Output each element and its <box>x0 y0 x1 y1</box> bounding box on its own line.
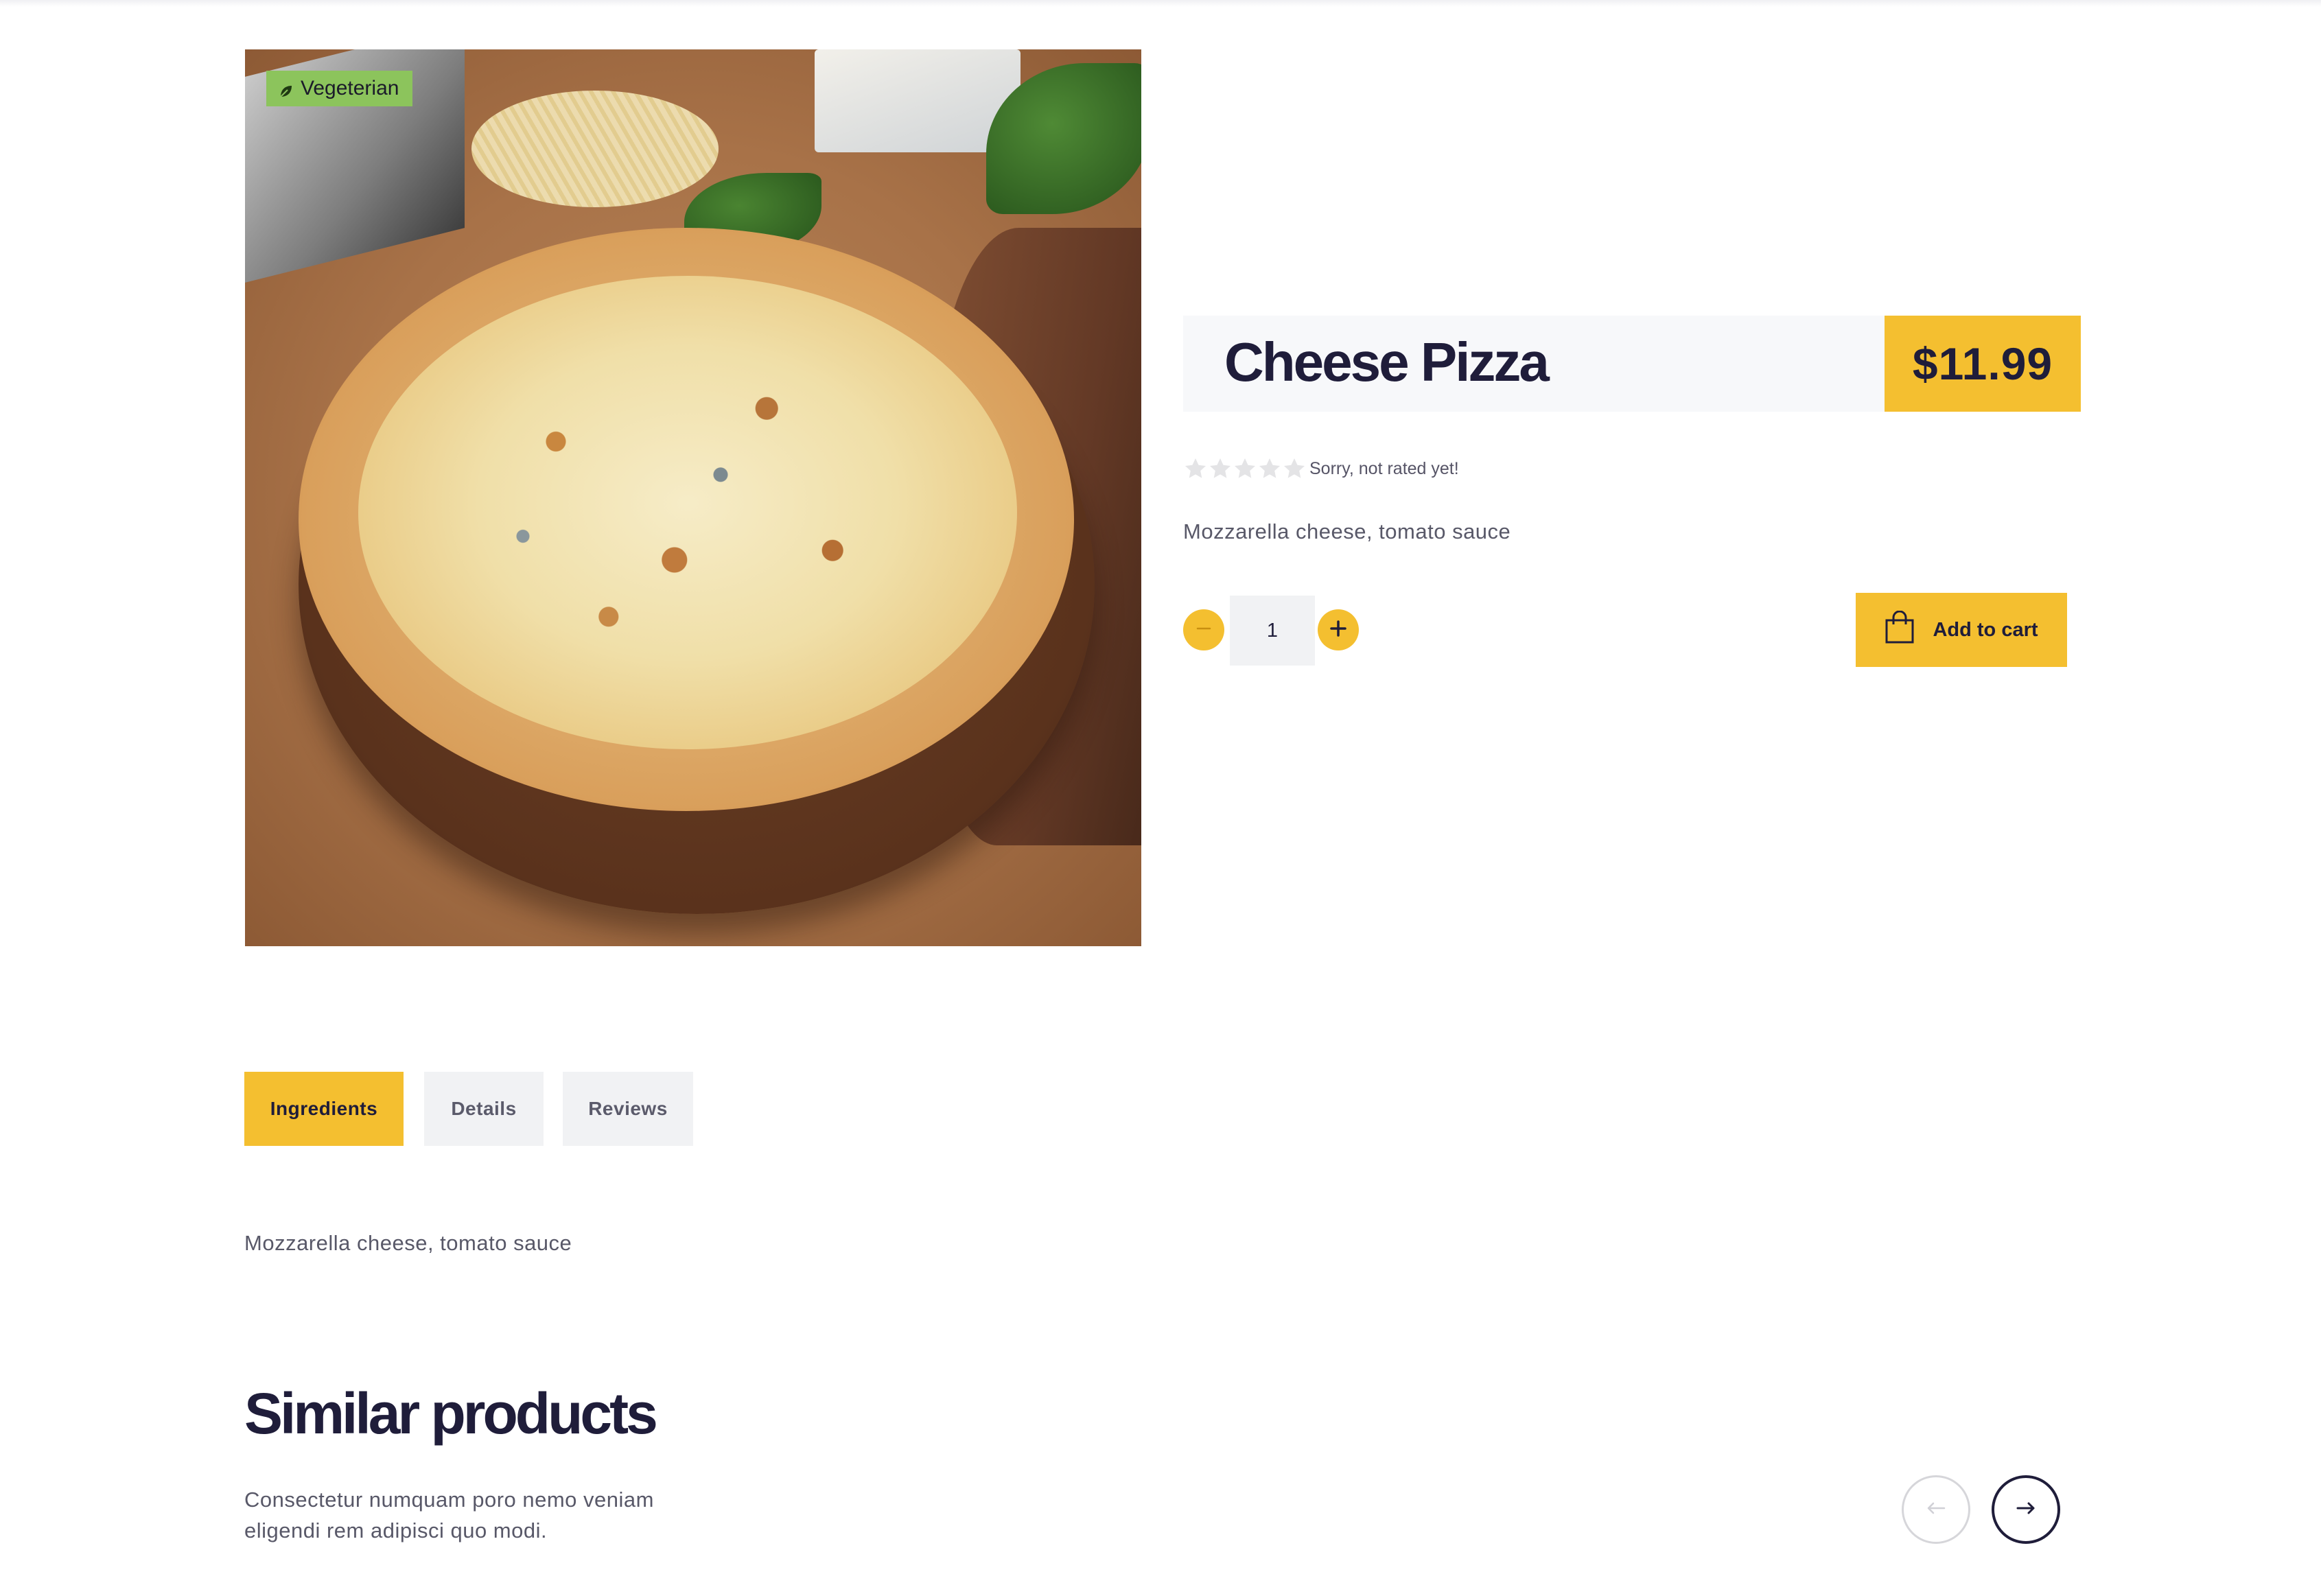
star-icon <box>1282 456 1307 481</box>
short-description: Mozzarella cheese, tomato sauce <box>1183 519 1511 543</box>
add-to-cart-label: Add to cart <box>1933 618 2038 641</box>
vegetarian-badge: Vegeterian <box>266 71 413 106</box>
similar-products-title: Similar products <box>244 1381 658 1446</box>
star-icon <box>1183 456 1208 481</box>
leaf-icon <box>279 81 294 97</box>
badge-label: Vegeterian <box>301 77 399 99</box>
shredded-cheese-illustration <box>471 91 719 207</box>
tab-reviews[interactable]: Reviews <box>563 1072 693 1146</box>
product-title: Cheese Pizza <box>1224 331 1550 392</box>
shopping-bag-icon <box>1885 610 1915 649</box>
quantity-input[interactable] <box>1230 596 1315 666</box>
add-to-cart-button[interactable]: Add to cart <box>1856 593 2067 667</box>
price-badge: $11.99 <box>1885 316 2081 412</box>
product-image <box>245 49 1141 946</box>
tab-details[interactable]: Details <box>424 1072 544 1146</box>
next-button[interactable] <box>1992 1475 2060 1544</box>
star-icon <box>1257 456 1282 481</box>
top-shadow <box>0 0 2321 7</box>
rating: Sorry, not rated yet! <box>1183 456 1459 481</box>
rating-text: Sorry, not rated yet! <box>1309 458 1459 478</box>
tab-content: Mozzarella cheese, tomato sauce <box>244 1231 572 1255</box>
star-icon <box>1208 456 1233 481</box>
quantity-decrease-button[interactable] <box>1183 609 1224 650</box>
quantity-increase-button[interactable] <box>1318 609 1359 650</box>
star-icon <box>1233 456 1257 481</box>
previous-button[interactable] <box>1902 1475 1970 1544</box>
plus-icon <box>1329 619 1348 642</box>
similar-products-description: Consectetur numquam poro nemo veniam eli… <box>244 1488 654 1542</box>
arrow-right-icon <box>2016 1501 2036 1518</box>
minus-icon <box>1195 620 1213 641</box>
pizza-topping-illustration <box>358 276 1017 749</box>
tab-ingredients[interactable]: Ingredients <box>244 1072 404 1146</box>
arrow-left-icon <box>1926 1501 1946 1518</box>
